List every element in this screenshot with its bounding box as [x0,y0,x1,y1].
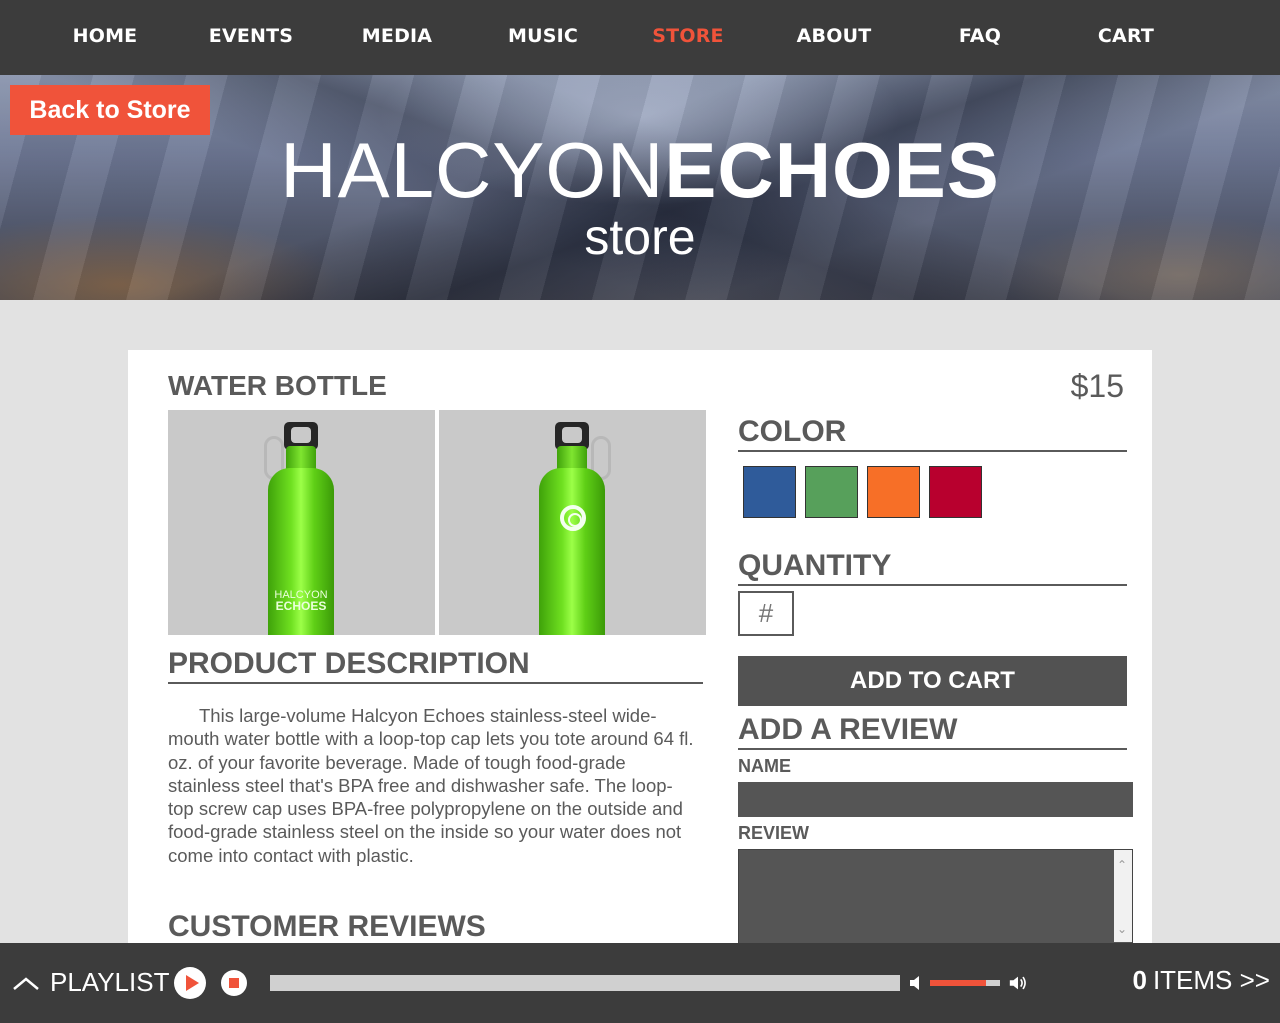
product-image-back[interactable] [439,410,706,635]
color-swatch-orange[interactable] [867,466,920,518]
name-label: NAME [738,756,791,776]
cart-items-count: 0 [1132,965,1147,995]
product-card: WATER BOTTLE $15 HALCYON ECHOES PRODUCT D… [128,350,1152,959]
logo-bold-text: ECHOES [664,126,1000,214]
customer-reviews-heading: CUSTOMER REVIEWS [168,910,486,943]
volume-high-icon[interactable] [1008,973,1028,993]
add-review-heading: ADD A REVIEW [738,712,1127,750]
product-image-front[interactable]: HALCYON ECHOES [168,410,435,635]
color-swatch-red[interactable] [929,466,982,518]
scroll-up-icon[interactable]: ⌃ [1117,858,1127,872]
volume-slider[interactable] [930,980,1000,986]
stop-button[interactable] [221,970,247,996]
nav-cart[interactable]: CART [1056,25,1196,47]
color-swatch-blue[interactable] [743,466,796,518]
volume-low-icon[interactable] [907,973,927,993]
add-to-cart-button[interactable]: ADD TO CART [738,656,1127,706]
nav-store[interactable]: STORE [618,25,758,47]
review-scrollbar[interactable]: ⌃ ⌄ [1114,850,1132,942]
nav-media[interactable]: MEDIA [327,25,467,47]
store-subtitle: store [584,209,696,265]
water-bottle-icon [539,468,605,635]
nav-about[interactable]: ABOUT [764,25,904,47]
quantity-input[interactable] [738,591,794,636]
product-price: $15 [1070,368,1124,404]
cart-items-label: ITEMS >> [1152,965,1270,995]
review-label: REVIEW [738,823,810,843]
nav-events[interactable]: EVENTS [181,25,321,47]
color-swatch-green[interactable] [805,466,858,518]
quantity-heading: QUANTITY [738,548,1127,586]
music-player-bar: PLAYLIST 0 ITEMS >> [0,943,1280,1023]
band-logo: HALCYONECHOES [0,127,1280,213]
product-description: This large-volume Halcyon Echoes stainle… [168,705,694,866]
play-button[interactable] [174,967,206,999]
chevron-up-icon[interactable] [12,973,40,993]
description-heading: PRODUCT DESCRIPTION [168,646,703,684]
review-name-input[interactable] [738,782,1133,817]
product-title: WATER BOTTLE [168,370,387,401]
bottle-print: HALCYON ECHOES [274,589,328,613]
scroll-down-icon[interactable]: ⌄ [1117,922,1127,936]
nav-home[interactable]: HOME [35,25,175,47]
cart-items-link[interactable]: 0 ITEMS >> [1132,965,1270,996]
color-heading: COLOR [738,414,1127,452]
nav-music[interactable]: MUSIC [473,25,613,47]
logo-light-text: HALCYON [280,126,665,214]
nav-faq[interactable]: FAQ [910,25,1050,47]
ring-logo-icon [560,505,586,531]
playlist-label[interactable]: PLAYLIST [50,967,169,998]
top-nav: HOME EVENTS MEDIA MUSIC STORE ABOUT FAQ … [0,0,1280,75]
track-progress-bar[interactable] [270,975,900,991]
